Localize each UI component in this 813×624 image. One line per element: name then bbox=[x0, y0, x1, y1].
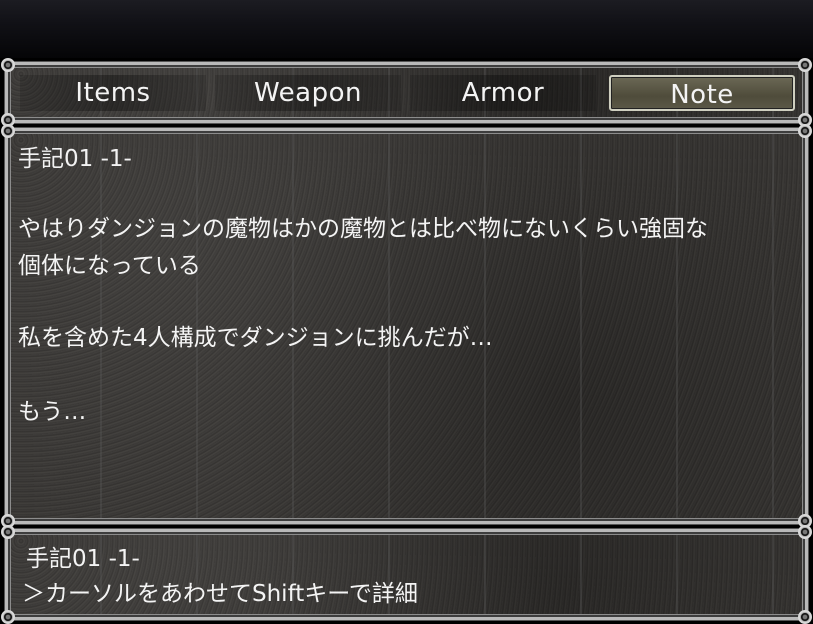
corner-ornament-icon bbox=[798, 525, 812, 539]
note-line-4: もう… bbox=[18, 399, 87, 425]
corner-ornament-icon bbox=[1, 525, 15, 539]
category-tab-window: Items Weapon Armor Note bbox=[1, 58, 812, 127]
help-hint: ＞カーソルをあわせてShiftキーで詳細 bbox=[22, 581, 418, 607]
top-black-bar bbox=[0, 0, 813, 58]
corner-ornament-icon bbox=[1, 58, 15, 72]
tab-weapon[interactable]: Weapon bbox=[215, 75, 401, 111]
corner-ornament-icon bbox=[1, 124, 15, 138]
tab-armor[interactable]: Armor bbox=[410, 75, 596, 111]
note-line-2: 個体になっている bbox=[18, 253, 201, 279]
note-content-window: 手記01 -1- やはりダンジョンの魔物はかの魔物とは比べ物にないくらい強固な … bbox=[1, 124, 812, 528]
tab-note[interactable]: Note bbox=[609, 75, 795, 111]
note-line-3: 私を含めた4人構成でダンジョンに挑んだが… bbox=[18, 325, 493, 351]
corner-ornament-icon bbox=[798, 124, 812, 138]
help-title: 手記01 -1- bbox=[26, 546, 140, 572]
help-window: 手記01 -1- ＞カーソルをあわせてShiftキーで詳細 bbox=[1, 525, 812, 624]
note-title: 手記01 -1- bbox=[18, 146, 132, 172]
note-line-1: やはりダンジョンの魔物はかの魔物とは比べ物にないくらい強固な bbox=[18, 216, 708, 242]
corner-ornament-icon bbox=[798, 58, 812, 72]
tab-items[interactable]: Items bbox=[20, 75, 206, 111]
